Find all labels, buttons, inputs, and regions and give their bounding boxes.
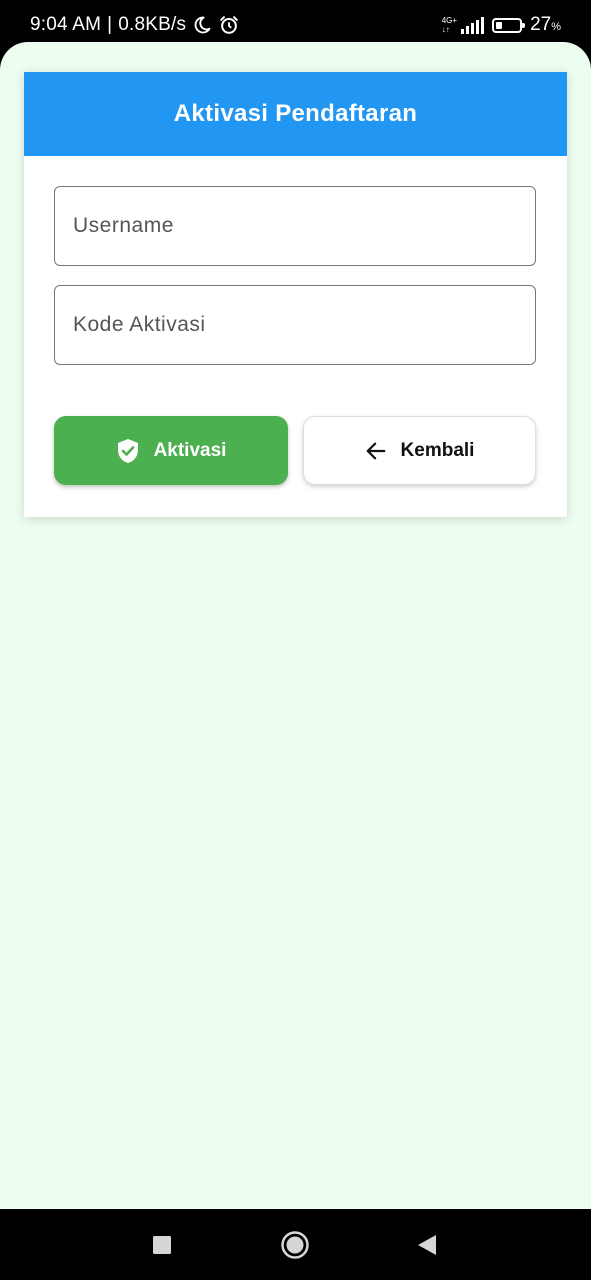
- back-button-label: Kembali: [400, 439, 475, 461]
- recent-apps-icon[interactable]: [132, 1209, 192, 1280]
- battery-percent: 27%: [530, 14, 561, 35]
- activation-code-input[interactable]: [55, 286, 535, 364]
- home-icon[interactable]: [265, 1209, 325, 1280]
- status-separator: |: [107, 14, 113, 35]
- status-left: 9:04 AM | 0.8KB/s: [30, 14, 240, 36]
- username-input[interactable]: [55, 187, 535, 265]
- activate-button[interactable]: Aktivasi: [54, 416, 288, 485]
- arrow-left-icon: [365, 440, 387, 462]
- back-button[interactable]: Kembali: [303, 416, 536, 485]
- status-net-speed: 0.8KB/s: [118, 14, 187, 35]
- app-surface: Aktivasi Pendaftaran Aktivasi Kem: [0, 42, 591, 1209]
- network-type: 4G+: [441, 16, 458, 25]
- back-icon[interactable]: [397, 1209, 457, 1280]
- card-header: Aktivasi Pendaftaran: [24, 72, 567, 156]
- activation-card: Aktivasi Pendaftaran Aktivasi Kem: [24, 72, 567, 517]
- battery-icon: [492, 17, 526, 33]
- moon-icon: [192, 15, 212, 35]
- signal-icon: 4G+ ↓↑: [441, 16, 485, 34]
- username-field[interactable]: [54, 186, 536, 266]
- navigation-bar: [0, 1209, 591, 1280]
- status-time: 9:04 AM: [30, 14, 102, 35]
- network-activity: ↓↑: [441, 25, 450, 34]
- activate-button-label: Aktivasi: [153, 439, 227, 461]
- page-title: Aktivasi Pendaftaran: [173, 100, 418, 127]
- shield-check-icon: [116, 438, 140, 464]
- status-right: 4G+ ↓↑ 27%: [442, 14, 561, 36]
- battery-fill: [496, 21, 503, 29]
- activation-code-field[interactable]: [54, 285, 536, 365]
- alarm-icon: [218, 14, 240, 36]
